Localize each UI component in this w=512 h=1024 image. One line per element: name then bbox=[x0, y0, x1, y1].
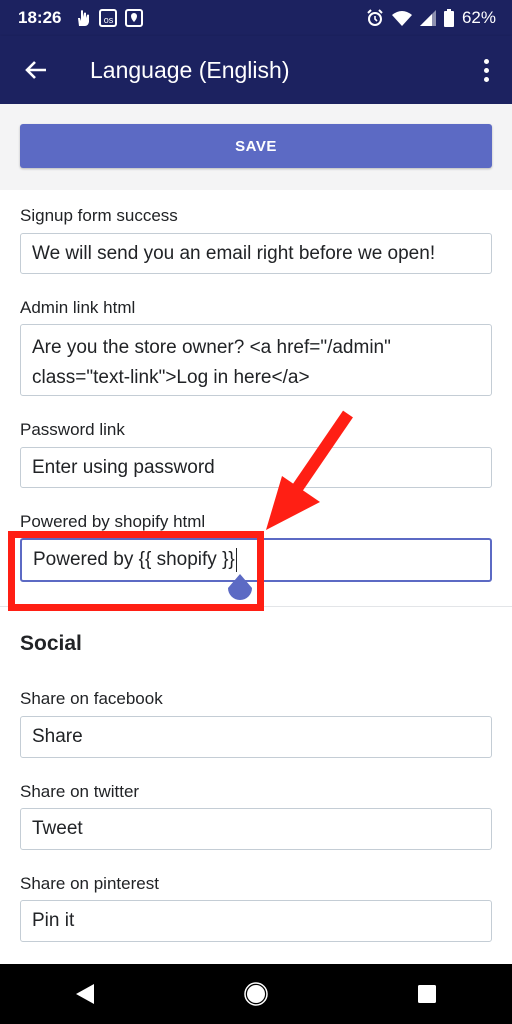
nav-back-button[interactable] bbox=[65, 974, 105, 1014]
nav-recents-button[interactable] bbox=[407, 974, 447, 1014]
circle-home-icon bbox=[244, 982, 268, 1006]
system-nav-bar bbox=[0, 964, 512, 1024]
triangle-back-icon bbox=[76, 984, 95, 1004]
nav-home-button[interactable] bbox=[236, 974, 276, 1014]
annotation-arrow-icon bbox=[266, 410, 353, 530]
square-recents-icon bbox=[417, 985, 436, 1003]
